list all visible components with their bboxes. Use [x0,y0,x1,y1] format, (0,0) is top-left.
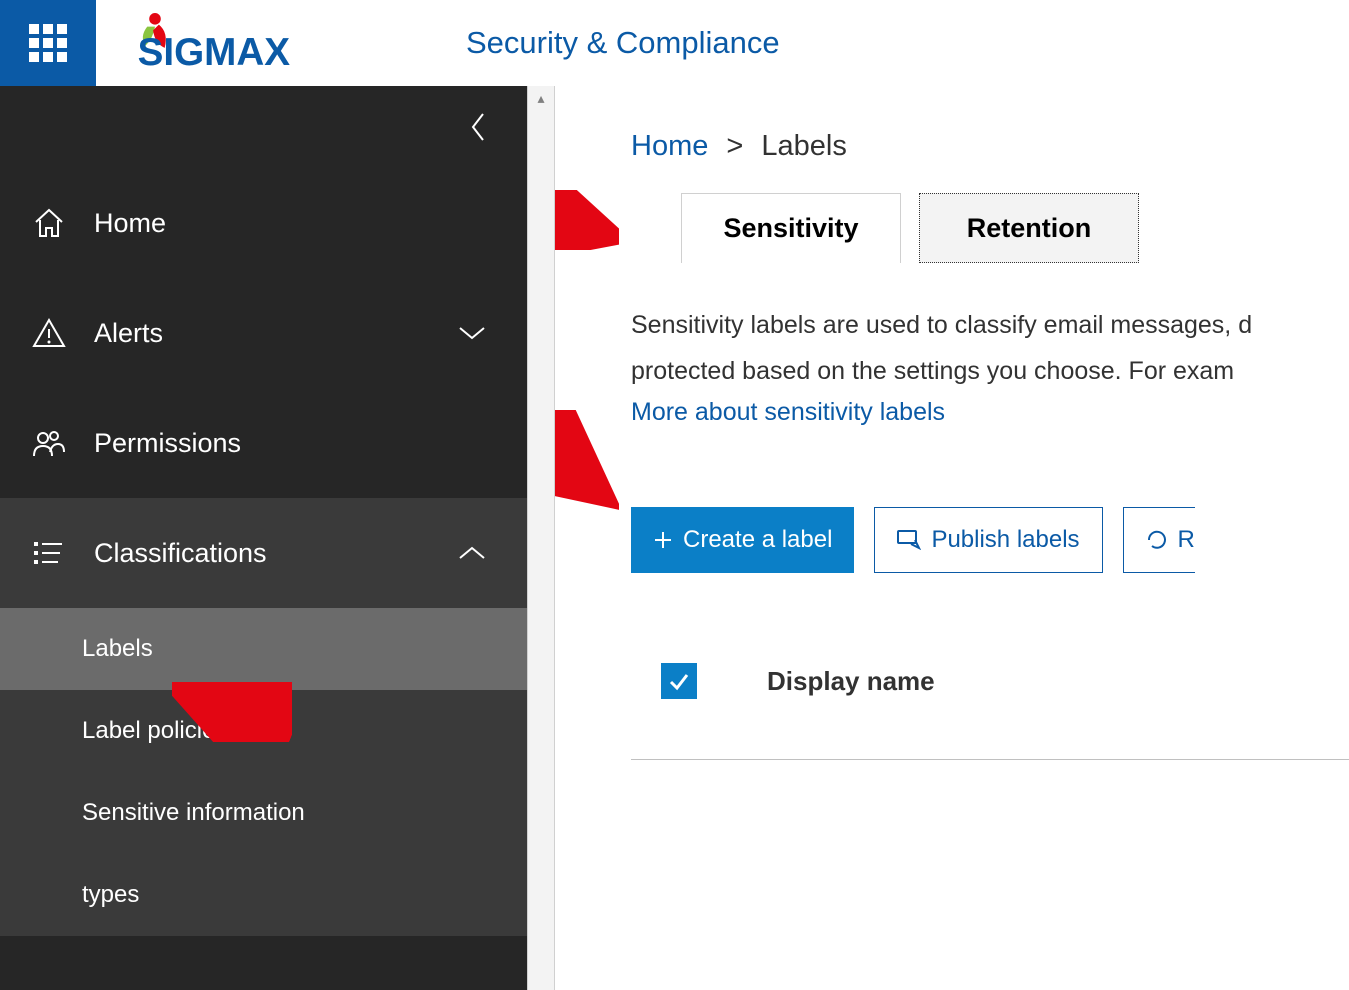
svg-text:SIGMAX: SIGMAX [138,31,291,74]
sidebar: Home Alerts Permissions [0,86,527,990]
scroll-up-icon: ▴ [528,90,554,107]
collapse-sidebar-button[interactable] [0,86,527,168]
breadcrumb-home[interactable]: Home [631,130,708,162]
button-label: Create a label [683,526,832,554]
classifications-subnav: Labels Label policies Sensitive informat… [0,608,527,936]
alert-icon [32,316,94,350]
description-line-2: protected based on the settings you choo… [631,353,1349,391]
toolbar: Create a label Publish labels R [631,507,1349,573]
chevron-left-icon [469,112,487,142]
select-all-checkbox[interactable] [661,663,697,699]
sidebar-subitem-types[interactable]: types [0,854,527,936]
sidebar-item-alerts[interactable]: Alerts [0,278,527,388]
permissions-icon [32,426,94,460]
table-divider [631,759,1349,760]
breadcrumb: Home > Labels [631,130,1349,163]
app-header: SIGMAX Security & Compliance [0,0,1349,86]
breadcrumb-current: Labels [761,130,846,162]
chevron-down-icon [457,318,487,349]
refresh-button[interactable]: R [1123,507,1195,573]
brand-logo: SIGMAX [96,8,436,78]
sidebar-item-permissions[interactable]: Permissions [0,388,527,498]
button-label: Publish labels [931,526,1079,554]
publish-labels-button[interactable]: Publish labels [874,507,1102,573]
refresh-icon [1146,529,1168,551]
chevron-up-icon [457,538,487,569]
sidebar-item-label: Permissions [94,428,241,459]
tab-sensitivity[interactable]: Sensitivity [681,193,901,263]
content-scrollbar[interactable]: ▴ [527,86,555,990]
tabs: Sensitivity Retention [631,193,1349,263]
home-icon [32,206,94,240]
button-label: R [1178,526,1195,554]
sidebar-item-label: Labels [82,635,153,663]
breadcrumb-separator: > [726,130,743,162]
classifications-icon [32,536,94,570]
sidebar-item-label: Home [94,208,166,239]
waffle-icon [29,24,67,62]
annotation-arrow-1 [555,190,619,250]
description-line-1: Sensitivity labels are used to classify … [631,307,1349,345]
sidebar-item-label: types [82,881,139,909]
sidebar-subitem-labels[interactable]: Labels [0,608,527,690]
sidebar-item-label: Classifications [94,538,267,569]
sidebar-subitem-sensitive-info[interactable]: Sensitive information [0,772,527,854]
annotation-arrow-2 [555,410,619,510]
more-about-link[interactable]: More about sensitivity labels [631,398,1349,427]
publish-icon [897,530,921,550]
content-pane: Home > Labels Sensitivity Retention Sens… [555,86,1349,990]
column-display-name[interactable]: Display name [767,666,935,697]
app-title: Security & Compliance [436,25,780,61]
check-icon [667,669,691,693]
sidebar-item-label: Sensitive information [82,799,305,827]
sidebar-item-classifications[interactable]: Classifications [0,498,527,608]
shell: Home Alerts Permissions [0,86,1349,990]
sidebar-item-label: Alerts [94,318,163,349]
create-label-button[interactable]: Create a label [631,507,854,573]
plus-icon [653,530,673,550]
sidebar-item-home[interactable]: Home [0,168,527,278]
annotation-arrow-3 [172,682,292,742]
table-header: Display name [631,663,1349,699]
tab-retention[interactable]: Retention [919,193,1139,263]
app-launcher-button[interactable] [0,0,96,86]
